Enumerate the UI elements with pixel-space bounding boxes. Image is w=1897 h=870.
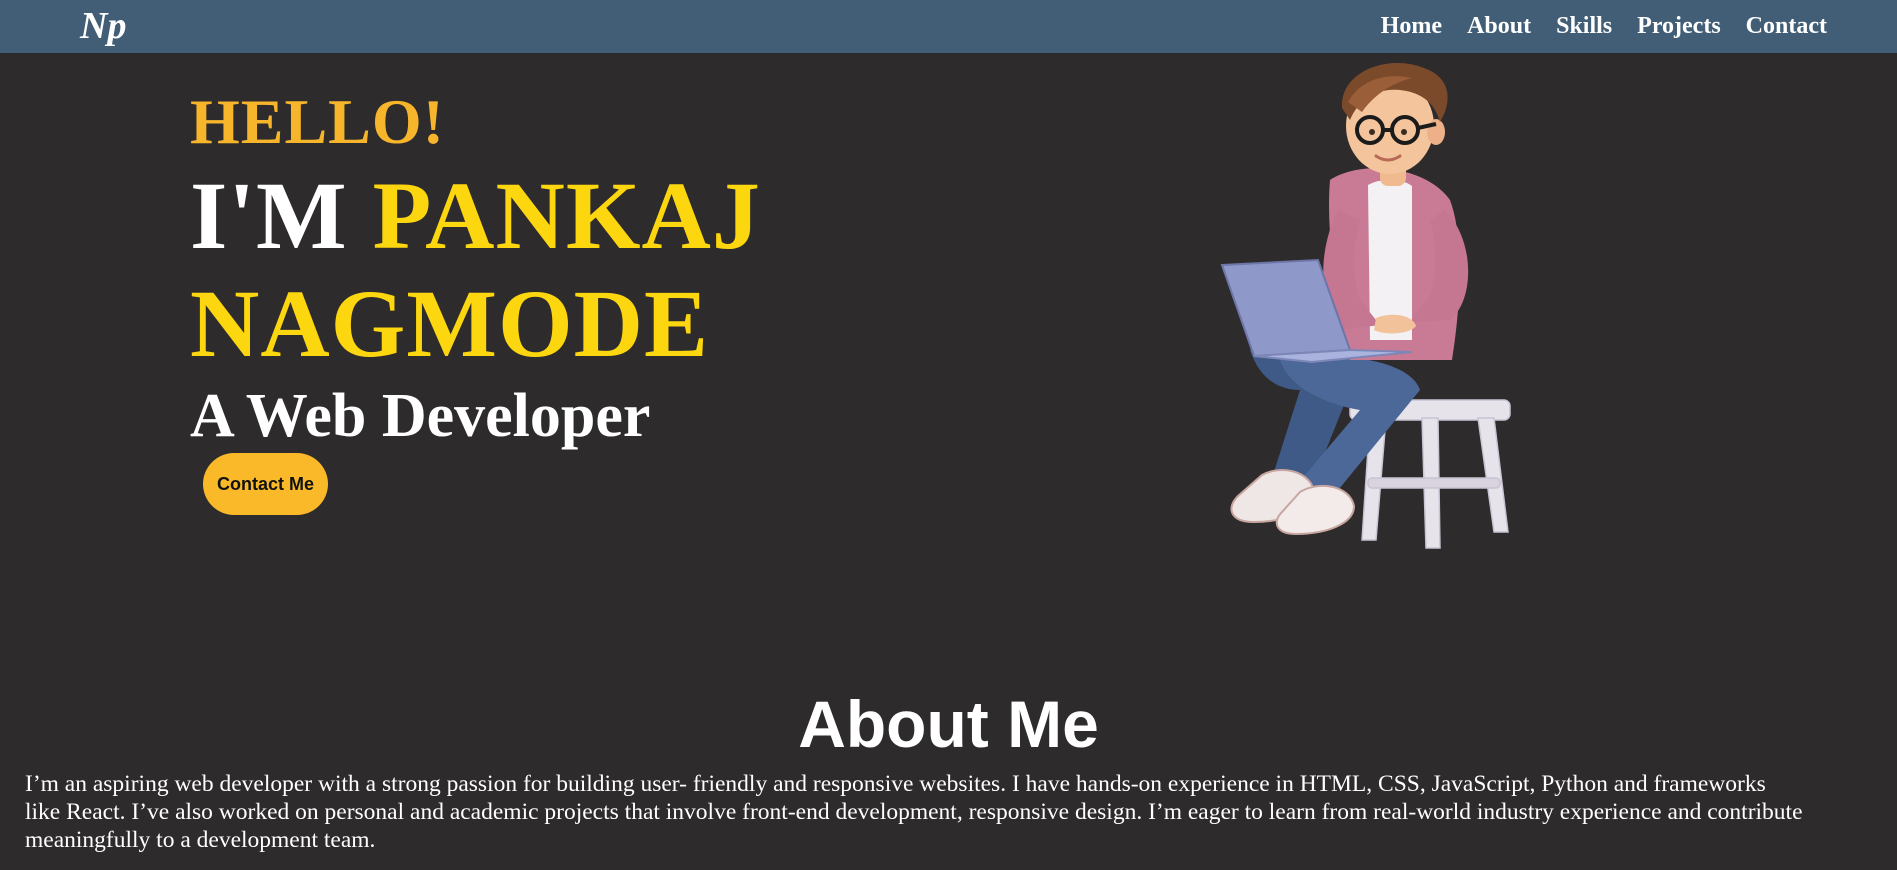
hero-last-name: NAGMODE [190,270,709,377]
developer-with-laptop-illustration [1220,62,1511,549]
contact-me-button[interactable]: Contact Me [203,453,328,515]
nav-link-contact[interactable]: Contact [1746,13,1827,40]
hero-greeting: HELLO! [190,86,445,157]
about-section-title: About Me [798,687,1099,761]
nav-links: Home About Skills Projects Contact [1381,0,1827,53]
hero-role: A Web Developer [190,382,651,450]
nav-link-skills[interactable]: Skills [1556,13,1612,40]
nav-link-home[interactable]: Home [1381,13,1442,40]
site-logo[interactable]: Np [80,2,126,50]
about-paragraph: I’m an aspiring web developer with a str… [25,771,1803,853]
hero-intro: HELLO! I'M PANKAJ NAGMODE A Web Develope… [190,82,761,454]
hero-name-line-1: I'M PANKAJ [190,162,761,270]
nav-link-projects[interactable]: Projects [1637,13,1721,40]
hero-im: I'M [190,162,348,269]
navbar: Np Home About Skills Projects Contact [0,0,1897,53]
nav-link-about[interactable]: About [1467,13,1531,40]
hero-first-name: PANKAJ [372,162,761,269]
